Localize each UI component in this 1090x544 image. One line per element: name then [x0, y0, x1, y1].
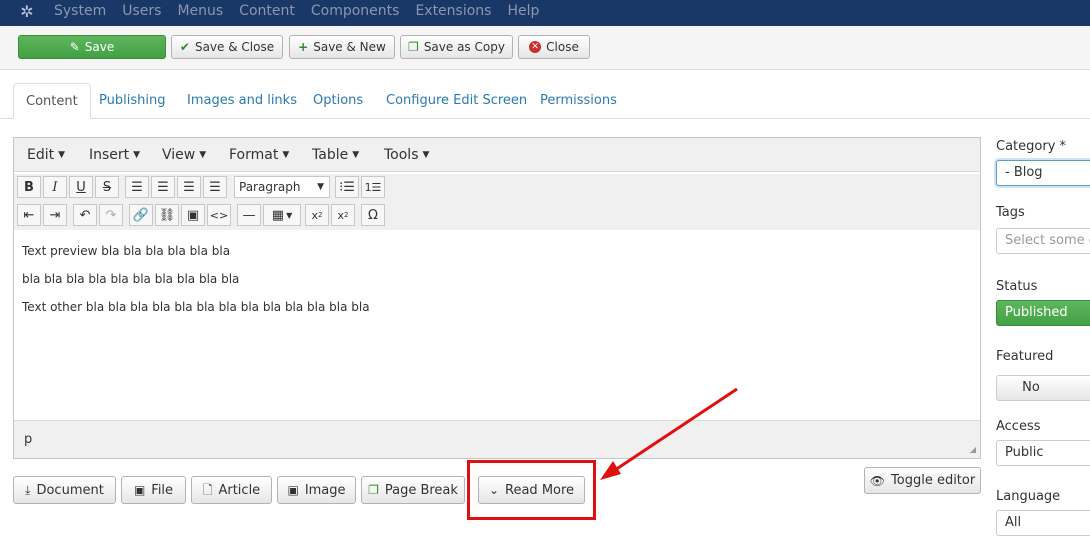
- tags-input[interactable]: Select some op: [996, 228, 1090, 254]
- language-select[interactable]: All: [996, 510, 1090, 536]
- access-label: Access: [996, 419, 1041, 434]
- access-select[interactable]: Public: [996, 440, 1090, 466]
- featured-toggle[interactable]: No: [996, 375, 1090, 401]
- category-select[interactable]: - Blog: [996, 160, 1090, 186]
- status-select[interactable]: Published: [996, 300, 1090, 326]
- status-label: Status: [996, 279, 1038, 294]
- tags-label: Tags: [996, 205, 1025, 220]
- language-label: Language: [996, 489, 1061, 504]
- category-label: Category *: [996, 139, 1067, 154]
- annotation-arrow-icon: [600, 387, 738, 480]
- featured-label: Featured: [996, 349, 1054, 364]
